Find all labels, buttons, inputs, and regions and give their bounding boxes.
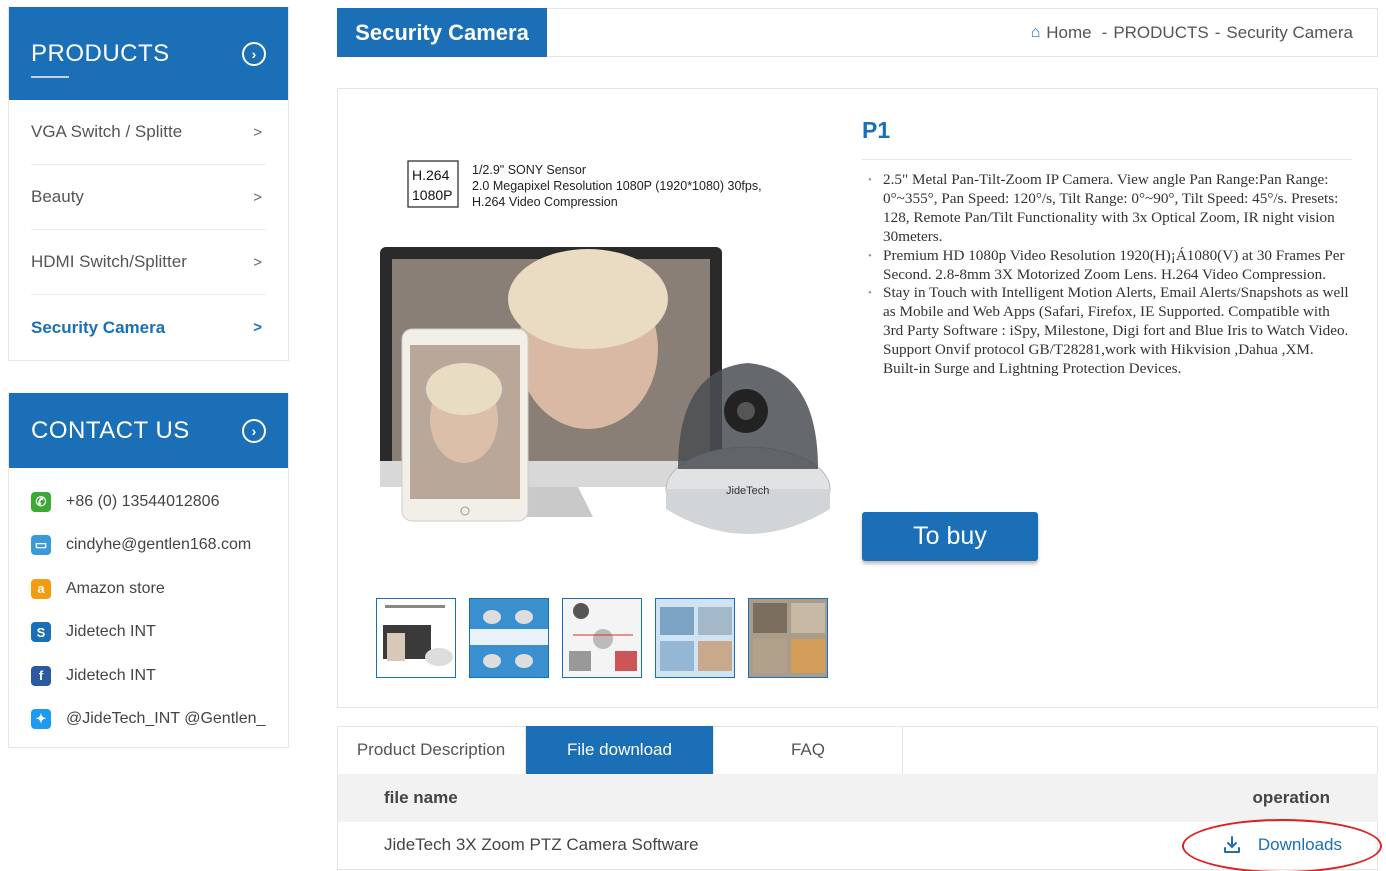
products-panel: PRODUCTS › VGA Switch / Splitte > Beauty… xyxy=(8,7,289,361)
codec-badge-line2: 1080P xyxy=(412,187,452,203)
download-table-header: file name operation xyxy=(338,774,1378,822)
chevron-right-circle-icon[interactable]: › xyxy=(242,41,266,66)
thumbnail-5-image xyxy=(749,599,827,677)
download-icon xyxy=(1223,836,1240,853)
product-tabs-panel: Product Description File download FAQ fi… xyxy=(337,726,1378,871)
contact-text: Amazon store xyxy=(66,579,165,597)
tab-bar: Product Description File download FAQ xyxy=(337,726,903,774)
sidebar-item-vga-switch[interactable]: VGA Switch / Splitte > xyxy=(31,100,266,165)
column-header-operation: operation xyxy=(1252,788,1330,807)
contact-panel: CONTACT US › ✆ +86 (0) 13544012806 ▭ cin… xyxy=(8,393,289,748)
tab-product-description[interactable]: Product Description xyxy=(337,726,526,774)
thumbnail-3-image xyxy=(563,599,641,677)
title-divider xyxy=(862,159,1352,160)
table-row: JideTech 3X Zoom PTZ Camera Software Dow… xyxy=(338,822,1378,870)
amazon-icon: a xyxy=(31,578,51,599)
phone-icon: ✆ xyxy=(31,491,51,512)
product-features: 2.5" Metal Pan-Tilt-Zoom IP Camera. View… xyxy=(864,171,1350,379)
products-title: PRODUCTS xyxy=(31,39,170,67)
category-tag: Security Camera xyxy=(337,8,547,57)
screen-photo-hair xyxy=(508,249,668,349)
sidebar-item-hdmi-switch[interactable]: HDMI Switch/Splitter > xyxy=(31,230,266,295)
thumbnail-4[interactable] xyxy=(655,598,735,678)
file-name-cell: JideTech 3X Zoom PTZ Camera Software xyxy=(384,835,699,854)
breadcrumb-home[interactable]: Home xyxy=(1046,23,1091,43)
tablet-photo-hair xyxy=(426,363,502,415)
contact-amazon[interactable]: a Amazon store xyxy=(31,567,266,611)
contact-skype[interactable]: S Jidetech INT xyxy=(31,611,266,655)
chevron-right-icon: > xyxy=(253,123,262,141)
thumbnail-2-image xyxy=(470,599,548,677)
contact-text: cindyhe@gentlen168.com xyxy=(66,536,252,554)
sidebar-item-label: Security Camera xyxy=(31,317,166,337)
thumbnail-4-image xyxy=(656,599,734,677)
sidebar-item-beauty[interactable]: Beauty > xyxy=(31,165,266,230)
thumbnail-5[interactable] xyxy=(748,598,828,678)
breadcrumb-current: Security Camera xyxy=(1226,22,1353,42)
contact-phone[interactable]: ✆ +86 (0) 13544012806 xyxy=(31,480,266,524)
product-title: P1 xyxy=(862,117,891,143)
page-header: Security Camera ⌂ Home - PRODUCTS - Secu… xyxy=(337,8,1378,57)
product-main-image[interactable]: H.264 1080P 1/2.9" SONY Sensor 2.0 Megap… xyxy=(378,149,838,609)
feature-item: Premium HD 1080p Video Resolution 1920(H… xyxy=(864,247,1350,285)
image-spec-compression: H.264 Video Compression xyxy=(472,195,618,209)
contact-twitter[interactable]: ✦ @JideTech_INT @Gentlen_( xyxy=(31,698,266,742)
image-spec-resolution: 2.0 Megapixel Resolution 1080P (1920*108… xyxy=(472,179,762,193)
breadcrumb: ⌂ Home - PRODUCTS - Security Camera xyxy=(1031,9,1353,56)
product-detail: H.264 1080P 1/2.9" SONY Sensor 2.0 Megap… xyxy=(337,88,1378,708)
home-icon[interactable]: ⌂ xyxy=(1031,24,1041,42)
sidebar-item-label: Beauty xyxy=(31,187,84,206)
downloads-label: Downloads xyxy=(1257,835,1342,854)
sidebar-item-label: HDMI Switch/Splitter xyxy=(31,252,187,271)
camera-lens-inner xyxy=(737,402,755,420)
contact-header[interactable]: CONTACT US › xyxy=(9,393,288,468)
facebook-icon: f xyxy=(31,665,51,686)
contact-facebook[interactable]: f Jidetech INT xyxy=(31,654,266,698)
breadcrumb-separator: - xyxy=(1101,22,1108,42)
tab-faq[interactable]: FAQ xyxy=(714,726,903,774)
contact-list: ✆ +86 (0) 13544012806 ▭ cindyhe@gentlen1… xyxy=(9,468,288,747)
twitter-icon: ✦ xyxy=(31,709,51,730)
contact-title: CONTACT US xyxy=(31,416,190,444)
codec-badge-line1: H.264 xyxy=(412,167,450,183)
contact-text: Jidetech INT xyxy=(66,623,156,641)
feature-item: 2.5" Metal Pan-Tilt-Zoom IP Camera. View… xyxy=(864,171,1350,247)
thumbnail-2[interactable] xyxy=(469,598,549,678)
thumbnail-strip xyxy=(376,598,828,678)
thumbnail-1[interactable] xyxy=(376,598,456,678)
feature-item: Stay in Touch with Intelligent Motion Al… xyxy=(864,284,1350,379)
chevron-right-icon: > xyxy=(253,253,262,271)
downloads-link[interactable]: Downloads xyxy=(1222,835,1342,855)
title-underline xyxy=(31,76,69,78)
column-header-file-name: file name xyxy=(384,788,458,807)
sidebar-item-label: VGA Switch / Splitte xyxy=(31,122,183,141)
camera-brand: JideTech xyxy=(726,485,769,497)
breadcrumb-separator: - xyxy=(1214,22,1221,42)
contact-text: Jidetech INT xyxy=(66,666,156,684)
products-header[interactable]: PRODUCTS › xyxy=(9,7,288,100)
chevron-right-icon: > xyxy=(253,188,262,206)
email-icon: ▭ xyxy=(31,535,51,556)
contact-email[interactable]: ▭ cindyhe@gentlen168.com xyxy=(31,524,266,568)
contact-text: +86 (0) 13544012806 xyxy=(66,492,220,510)
product-category-list: VGA Switch / Splitte > Beauty > HDMI Swi… xyxy=(9,100,288,360)
thumbnail-3[interactable] xyxy=(562,598,642,678)
chevron-right-circle-icon[interactable]: › xyxy=(242,418,266,443)
breadcrumb-products[interactable]: PRODUCTS xyxy=(1113,23,1208,43)
thumbnail-1-image xyxy=(377,599,455,677)
tab-file-download[interactable]: File download xyxy=(526,726,714,774)
image-spec-sensor: 1/2.9" SONY Sensor xyxy=(472,163,586,177)
chevron-right-icon: > xyxy=(253,319,262,336)
to-buy-button[interactable]: To buy xyxy=(862,512,1038,561)
sidebar-item-security-camera[interactable]: Security Camera > xyxy=(31,295,266,360)
contact-text: @JideTech_INT @Gentlen_( xyxy=(66,710,266,728)
skype-icon: S xyxy=(31,622,51,643)
